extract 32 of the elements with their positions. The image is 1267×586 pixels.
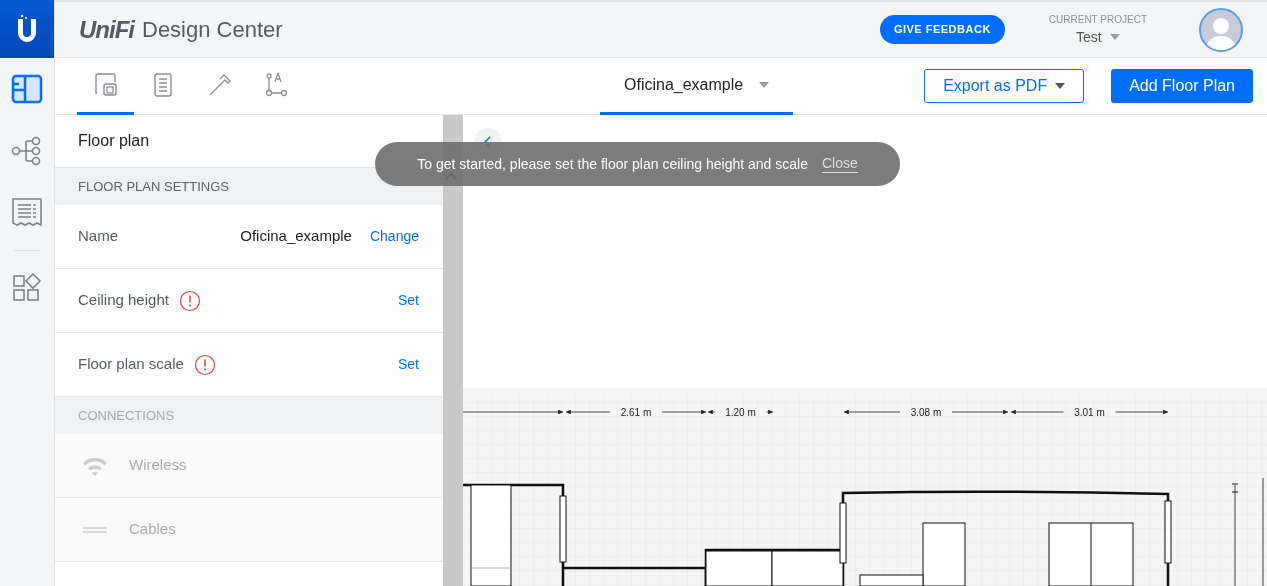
avatar[interactable] xyxy=(1199,7,1243,52)
setting-label: Floor plan scale xyxy=(78,354,184,375)
dimension-label: 2.61 m xyxy=(620,407,652,418)
caret-icon xyxy=(1055,83,1066,89)
caret-icon xyxy=(759,81,770,88)
change-link[interactable]: Change xyxy=(369,226,419,247)
set-link[interactable]: Set xyxy=(398,290,419,311)
connection-item: Cables xyxy=(55,498,443,562)
app-title: Design Center xyxy=(142,16,283,44)
dimension-label: 3.08 m xyxy=(910,407,942,418)
brand-logo: UniFi xyxy=(79,14,134,45)
setting-value: Oficina_example xyxy=(240,226,352,247)
give-feedback-button[interactable]: GIVE FEEDBACK xyxy=(879,15,1005,44)
labels-icon xyxy=(264,71,289,98)
wireless-icon xyxy=(82,455,108,476)
project-dropdown[interactable]: Test xyxy=(1076,26,1120,48)
set-link[interactable]: Set xyxy=(398,354,419,375)
project-label: CURRENT PROJECT xyxy=(1048,12,1147,27)
section-heading: CONNECTIONS xyxy=(55,397,443,434)
tools-icon xyxy=(207,72,232,97)
cables-icon xyxy=(83,526,107,533)
dimension-label: 3.01 m xyxy=(1074,407,1105,418)
dimension-label: 1.20 m xyxy=(725,407,756,418)
export-pdf-button[interactable]: Export as PDF xyxy=(924,69,1085,103)
caret-icon xyxy=(1109,34,1120,40)
connection-item: Wireless xyxy=(55,434,443,498)
add-floor-plan-button[interactable]: Add Floor Plan xyxy=(1111,69,1253,103)
setting-label: Name xyxy=(78,226,118,247)
close-link[interactable]: Close xyxy=(821,155,858,173)
list-icon xyxy=(153,72,172,97)
setting-label: Ceiling height xyxy=(78,290,169,311)
devices-icon xyxy=(92,72,119,97)
